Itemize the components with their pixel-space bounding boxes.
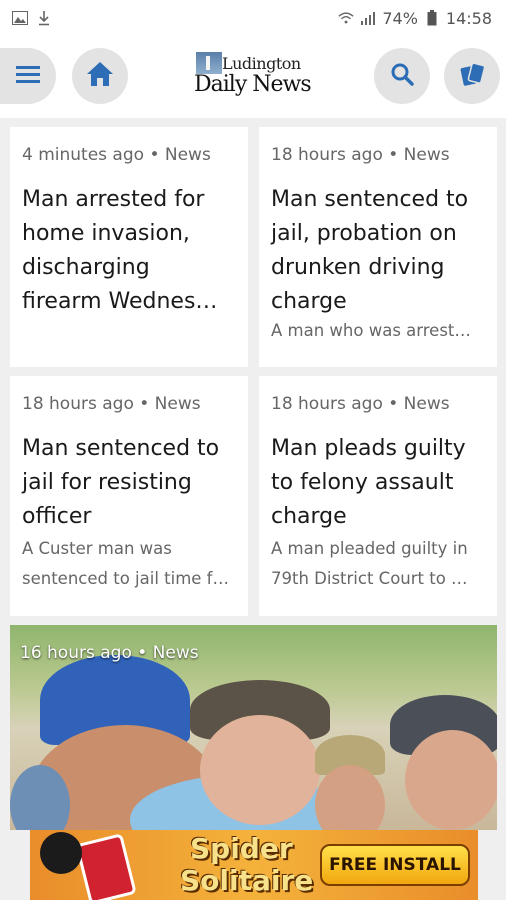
- home-button[interactable]: [72, 48, 128, 104]
- status-bar: 74% 14:58: [0, 0, 506, 36]
- article-snippet: A man who was arrest…: [271, 321, 471, 340]
- article-title: Man sentenced to jail, probation on drun…: [271, 187, 469, 314]
- article-card[interactable]: 18 hours ago • News Man sentenced to jai…: [259, 127, 497, 367]
- home-icon: [86, 61, 114, 91]
- ad-title-line1: Spider: [190, 832, 293, 865]
- search-icon: [390, 62, 414, 90]
- article-meta: 18 hours ago • News: [271, 394, 450, 414]
- wifi-icon: [338, 10, 354, 26]
- article-meta: 18 hours ago • News: [22, 394, 201, 414]
- featured-article-meta: 16 hours ago • News: [20, 643, 199, 663]
- menu-icon: [16, 65, 40, 87]
- featured-article-card[interactable]: 16 hours ago • News: [10, 625, 497, 830]
- article-title: Man arrested for home invasion, discharg…: [22, 187, 218, 314]
- article-snippet: A man pleaded guilty in 79th District Co…: [271, 539, 468, 588]
- article-card[interactable]: 18 hours ago • News Man pleads guilty to…: [259, 376, 497, 616]
- battery-percent: 74%: [382, 8, 418, 28]
- free-install-button[interactable]: FREE INSTALL: [320, 844, 470, 886]
- article-meta: 18 hours ago • News: [271, 145, 450, 165]
- playing-card-image: [75, 833, 137, 900]
- image-notification-icon: [12, 10, 28, 26]
- article-title: Man pleads guilty to felony assault char…: [271, 436, 466, 529]
- ad-banner[interactable]: Spider Solitaire FREE INSTALL: [30, 830, 478, 900]
- battery-icon: [424, 10, 440, 26]
- signal-icon: [360, 10, 376, 26]
- menu-button[interactable]: [0, 48, 56, 104]
- article-snippet: A Custer man was sentenced to jail time …: [22, 539, 229, 588]
- article-title: Man sentenced to jail for resisting offi…: [22, 436, 220, 529]
- cards-button[interactable]: [444, 48, 500, 104]
- cards-icon: [459, 61, 486, 91]
- ad-title-line2: Solitaire: [180, 864, 314, 897]
- lighthouse-logo-icon: [196, 52, 222, 74]
- logo-bottom-text: Daily News: [194, 72, 312, 97]
- article-meta: 4 minutes ago • News: [22, 145, 211, 165]
- article-card[interactable]: 18 hours ago • News Man sentenced to jai…: [10, 376, 248, 616]
- publication-logo[interactable]: Ludington Daily News: [194, 50, 312, 102]
- clock: 14:58: [445, 8, 492, 28]
- download-icon: [36, 10, 52, 26]
- logo-top-text: Ludington: [222, 54, 301, 73]
- app-header: Ludington Daily News: [0, 36, 506, 118]
- article-card[interactable]: 4 minutes ago • News Man arrested for ho…: [10, 127, 248, 367]
- spider-icon: [40, 832, 82, 874]
- search-button[interactable]: [374, 48, 430, 104]
